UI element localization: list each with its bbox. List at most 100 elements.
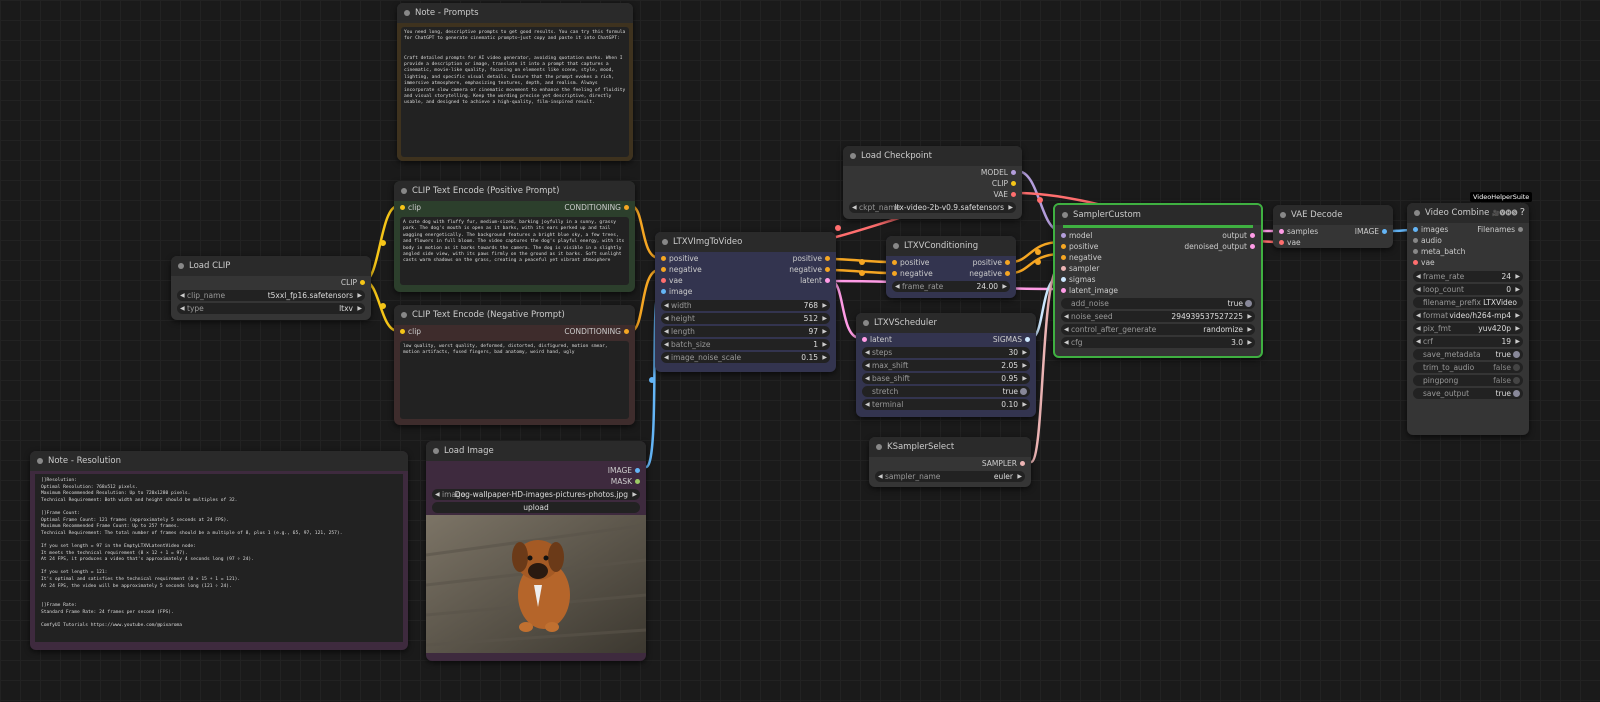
collapse-dot-icon[interactable] (401, 188, 407, 194)
socket-icon[interactable] (1250, 244, 1255, 249)
frame-rate-number[interactable]: ◀ frame_rate 24.00 ▶ (892, 281, 1010, 292)
arrow-left-icon[interactable]: ◀ (865, 360, 870, 371)
arrow-right-icon[interactable]: ▶ (357, 303, 362, 314)
output-positive[interactable]: positive (973, 257, 1010, 268)
socket-icon[interactable] (1005, 260, 1010, 265)
terminal-number[interactable]: ◀ terminal 0.10 ▶ (862, 399, 1030, 410)
socket-icon[interactable] (624, 205, 629, 210)
arrow-left-icon[interactable]: ◀ (664, 352, 669, 363)
socket-icon[interactable] (1020, 461, 1025, 466)
stretch-toggle[interactable]: stretch true (862, 386, 1030, 397)
collapse-dot-icon[interactable] (1062, 212, 1068, 218)
arrow-left-icon[interactable]: ◀ (1416, 271, 1421, 282)
socket-icon[interactable] (1382, 229, 1387, 234)
toggle-knob-icon[interactable] (1020, 388, 1027, 395)
output-clip[interactable]: CLIP (341, 277, 365, 288)
socket-icon[interactable] (1061, 288, 1066, 293)
cfg-number[interactable]: ◀ cfg 3.0 ▶ (1061, 337, 1255, 348)
input-positive[interactable]: positive (661, 253, 698, 264)
vae-decode-node[interactable]: VAE Decode samples IMAGE vae (1273, 205, 1393, 248)
collapse-dot-icon[interactable] (876, 444, 882, 450)
arrow-left-icon[interactable]: ◀ (664, 326, 669, 337)
arrow-left-icon[interactable]: ◀ (865, 399, 870, 410)
collapse-dot-icon[interactable] (1280, 212, 1286, 218)
arrow-right-icon[interactable]: ▶ (1515, 271, 1520, 282)
height-number[interactable]: ◀ height 512 ▶ (661, 313, 830, 324)
arrow-right-icon[interactable]: ▶ (1515, 284, 1520, 295)
arrow-left-icon[interactable]: ◀ (1064, 337, 1069, 348)
ksampler-select-node[interactable]: KSamplerSelect SAMPLER ◀ sampler_name eule… (869, 437, 1031, 487)
input-positive[interactable]: positive (1061, 241, 1098, 252)
arrow-left-icon[interactable]: ◀ (1416, 323, 1421, 334)
socket-icon[interactable] (892, 271, 897, 276)
collapse-dot-icon[interactable] (404, 10, 410, 16)
socket-icon[interactable] (1279, 240, 1284, 245)
ltxv-scheduler-node[interactable]: LTXVScheduler latent SIGMAS ◀ steps 30 ▶ ◀ m… (856, 313, 1036, 417)
input-meta-batch[interactable]: meta_batch (1413, 246, 1465, 257)
arrow-right-icon[interactable]: ▶ (1247, 324, 1252, 335)
arrow-right-icon[interactable]: ▶ (1515, 310, 1520, 321)
output-latent[interactable]: latent (800, 275, 830, 286)
input-latent[interactable]: latent (862, 334, 892, 345)
length-number[interactable]: ◀ length 97 ▶ (661, 326, 830, 337)
output-negative[interactable]: negative (969, 268, 1010, 279)
filename-prefix-input[interactable]: filename_prefix LTXVideo (1413, 297, 1523, 308)
output-model[interactable]: MODEL (981, 167, 1016, 178)
ltxv-conditioning-node[interactable]: LTXVConditioning positive positive negat… (886, 236, 1016, 298)
socket-icon[interactable] (862, 337, 867, 342)
toggle-knob-icon[interactable] (1513, 364, 1520, 371)
arrow-left-icon[interactable]: ◀ (1416, 310, 1421, 321)
clip-text-encode-positive-node[interactable]: CLIP Text Encode (Positive Prompt) clip … (394, 181, 635, 292)
input-negative[interactable]: negative (892, 268, 933, 279)
input-clip[interactable]: clip (400, 202, 421, 213)
save-output-toggle[interactable]: save_output true (1413, 388, 1523, 399)
output-denoised[interactable]: denoised_output (1184, 241, 1255, 252)
socket-icon[interactable] (400, 329, 405, 334)
loop-count-number[interactable]: ◀ loop_count 0 ▶ (1413, 284, 1523, 295)
socket-icon[interactable] (624, 329, 629, 334)
arrow-right-icon[interactable]: ▶ (357, 290, 362, 301)
collapse-dot-icon[interactable] (863, 320, 869, 326)
arrow-right-icon[interactable]: ▶ (1515, 323, 1520, 334)
input-sampler[interactable]: sampler (1061, 263, 1099, 274)
input-sigmas[interactable]: sigmas (1061, 274, 1096, 285)
socket-icon[interactable] (1250, 233, 1255, 238)
arrow-right-icon[interactable]: ▶ (1002, 281, 1007, 292)
control-after-generate-select[interactable]: ◀ control_after_generate randomize ▶ (1061, 324, 1255, 335)
socket-icon[interactable] (1413, 260, 1418, 265)
socket-icon[interactable] (1061, 244, 1066, 249)
note-resolution-node[interactable]: Note - Resolution []Resolution: Optimal … (30, 451, 408, 650)
arrow-left-icon[interactable]: ◀ (865, 347, 870, 358)
arrow-left-icon[interactable]: ◀ (852, 202, 857, 213)
arrow-left-icon[interactable]: ◀ (878, 471, 883, 482)
ltxv-img-to-video-node[interactable]: LTXVImgToVideo positive positive negativ… (655, 232, 836, 372)
input-negative[interactable]: negative (661, 264, 702, 275)
arrow-right-icon[interactable]: ▶ (1017, 471, 1022, 482)
format-select[interactable]: ◀ format video/h264-mp4 ▶ (1413, 310, 1523, 321)
arrow-left-icon[interactable]: ◀ (1064, 311, 1069, 322)
add-noise-toggle[interactable]: add_noise true (1061, 298, 1255, 309)
arrow-left-icon[interactable]: ◀ (180, 303, 185, 314)
socket-icon[interactable] (1061, 255, 1066, 260)
pix-fmt-select[interactable]: ◀ pix_fmt yuv420p ▶ (1413, 323, 1523, 334)
clip-text-encode-negative-node[interactable]: CLIP Text Encode (Negative Prompt) clip … (394, 305, 635, 425)
arrow-left-icon[interactable]: ◀ (1416, 336, 1421, 347)
collapse-dot-icon[interactable] (37, 458, 43, 464)
output-output[interactable]: output (1222, 230, 1255, 241)
arrow-right-icon[interactable]: ▶ (1022, 373, 1027, 384)
output-filenames[interactable]: Filenames (1477, 224, 1523, 235)
steps-number[interactable]: ◀ steps 30 ▶ (862, 347, 1030, 358)
socket-icon[interactable] (1413, 227, 1418, 232)
arrow-right-icon[interactable]: ▶ (1247, 311, 1252, 322)
output-sigmas[interactable]: SIGMAS (993, 334, 1030, 345)
socket-icon[interactable] (825, 278, 830, 283)
arrow-left-icon[interactable]: ◀ (1416, 284, 1421, 295)
arrow-left-icon[interactable]: ◀ (865, 373, 870, 384)
output-clip[interactable]: CLIP (992, 178, 1016, 189)
socket-icon[interactable] (892, 260, 897, 265)
input-images[interactable]: images (1413, 224, 1448, 235)
input-vae[interactable]: vae (661, 275, 683, 286)
socket-icon[interactable] (635, 479, 640, 484)
pingpong-toggle[interactable]: pingpong false (1413, 375, 1523, 386)
socket-icon[interactable] (1279, 229, 1284, 234)
